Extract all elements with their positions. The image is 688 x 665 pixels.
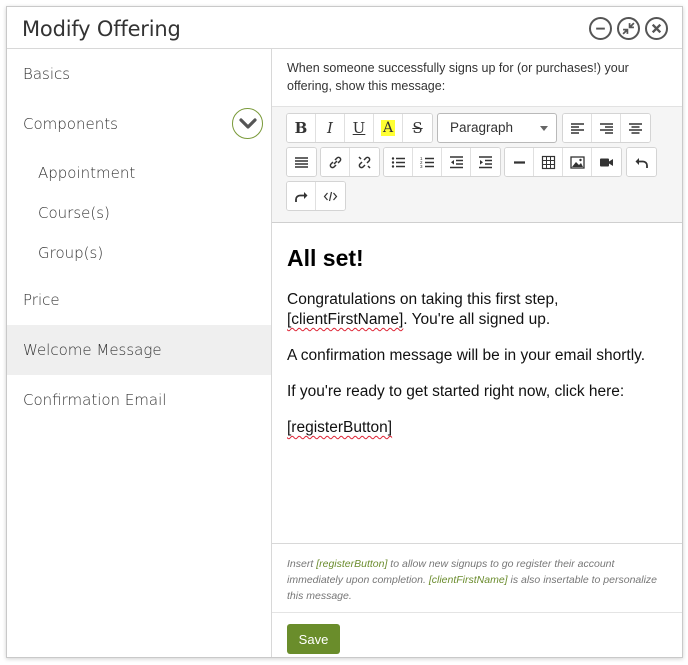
horizontal-rule-button[interactable] xyxy=(505,148,534,176)
indent-icon xyxy=(479,155,492,168)
link-icon xyxy=(329,156,341,168)
align-right-button[interactable] xyxy=(592,114,621,142)
intro-text: When someone successfully signs up for (… xyxy=(287,61,629,93)
undo-group xyxy=(626,147,657,177)
paragraph-text: . You're all signed up. xyxy=(403,311,551,328)
code-icon xyxy=(323,191,338,201)
welcome-message-editor[interactable]: All set! Congratulations on taking this … xyxy=(287,245,672,454)
dialog-title: Modify Offering xyxy=(22,17,181,41)
align-center-button[interactable] xyxy=(621,114,650,142)
sidebar-item-confirmation-email[interactable]: Confirmation Email xyxy=(7,375,271,425)
svg-text:3: 3 xyxy=(420,164,423,169)
outdent-button[interactable] xyxy=(442,148,471,176)
sidebar-item-basics[interactable]: Basics xyxy=(7,49,271,99)
justify-group xyxy=(286,147,317,177)
numbered-list-icon: 123 xyxy=(420,156,434,169)
insert-group xyxy=(504,147,622,177)
sidebar-item-components[interactable]: Components xyxy=(7,99,271,149)
text-style-group: B I U A S xyxy=(286,113,433,143)
close-button[interactable] xyxy=(645,17,668,40)
align-center-icon xyxy=(629,122,642,134)
save-button[interactable]: Save xyxy=(287,624,340,654)
sidebar-item-label: Group(s) xyxy=(38,244,104,262)
editor-toolbar: B I U A S Paragraph 1 2 3 xyxy=(272,106,682,223)
sidebar-nav: Basics Components Appointment Course(s) … xyxy=(7,49,272,657)
bold-button[interactable]: B xyxy=(287,114,316,142)
modify-offering-dialog: Modify Offering Basics Components Appoin… xyxy=(6,6,683,658)
insert-link-button[interactable] xyxy=(321,148,350,176)
unlink-icon xyxy=(358,155,371,169)
horizontal-rule-icon xyxy=(513,160,525,164)
message-paragraph: If you're ready to get started right now… xyxy=(287,383,625,400)
sidebar-item-courses[interactable]: Course(s) xyxy=(7,193,271,233)
italic-button[interactable]: I xyxy=(316,114,345,142)
link-group xyxy=(320,147,380,177)
unlink-button[interactable] xyxy=(350,148,379,176)
redo-button[interactable] xyxy=(287,182,316,210)
shrink-icon xyxy=(622,22,635,35)
strikethrough-button[interactable]: S xyxy=(403,114,432,142)
minimize-button[interactable] xyxy=(589,17,612,40)
image-icon xyxy=(569,155,585,169)
message-paragraph: [registerButton] xyxy=(287,418,672,438)
sidebar-item-label: Appointment xyxy=(38,164,136,182)
message-paragraph: Congratulations on taking this first ste… xyxy=(287,290,672,330)
align-left-button[interactable] xyxy=(563,114,592,142)
chevron-down-icon xyxy=(238,117,257,129)
paragraph-format-select[interactable]: Paragraph xyxy=(437,113,557,143)
window-buttons xyxy=(589,17,668,40)
client-first-name-tag: [clientFirstName] xyxy=(287,311,404,328)
outdent-icon xyxy=(449,155,463,168)
insert-table-button[interactable] xyxy=(534,148,563,176)
sidebar-item-label: Welcome Message xyxy=(23,341,162,359)
code-view-button[interactable] xyxy=(316,182,345,210)
collapse-components-button[interactable] xyxy=(232,108,263,139)
hint-text: Insert xyxy=(287,558,317,570)
message-paragraph: A confirmation message will be in your e… xyxy=(287,347,646,364)
sidebar-item-label: Components xyxy=(23,115,118,133)
hint-register-button-tag: [registerButton] xyxy=(316,558,388,570)
bullet-list-icon xyxy=(391,156,405,168)
justify-icon xyxy=(295,156,308,168)
insert-video-button[interactable] xyxy=(592,148,621,176)
close-icon xyxy=(651,23,662,34)
video-camera-icon xyxy=(600,158,613,166)
sidebar-item-welcome-message[interactable]: Welcome Message xyxy=(7,325,271,375)
highlight-button[interactable]: A xyxy=(374,114,403,142)
sidebar-item-groups[interactable]: Group(s) xyxy=(7,233,271,273)
undo-button[interactable] xyxy=(627,148,656,176)
message-heading: All set! xyxy=(287,245,364,271)
list-group: 123 xyxy=(383,147,501,177)
indent-button[interactable] xyxy=(471,148,500,176)
numbered-list-button[interactable]: 123 xyxy=(413,148,442,176)
justify-button[interactable] xyxy=(287,148,316,176)
caret-down-icon xyxy=(540,126,548,131)
underline-button[interactable]: U xyxy=(345,114,374,142)
main-panel: When someone successfully signs up for (… xyxy=(272,49,682,657)
sidebar-item-price[interactable]: Price xyxy=(7,275,271,325)
table-icon xyxy=(541,155,555,169)
minimize-icon xyxy=(596,27,605,30)
align-right-icon xyxy=(599,122,613,134)
sidebar-item-label: Confirmation Email xyxy=(23,391,167,409)
sidebar-item-label: Course(s) xyxy=(38,204,110,222)
bullet-list-button[interactable] xyxy=(384,148,413,176)
redo-icon xyxy=(294,191,307,202)
sidebar-item-label: Price xyxy=(23,291,60,309)
insert-hint: Insert [registerButton] to allow new sig… xyxy=(272,543,682,613)
hint-client-first-name-tag: [clientFirstName] xyxy=(428,574,508,586)
format-select-value: Paragraph xyxy=(450,120,514,135)
undo-icon xyxy=(635,157,648,168)
dialog-titlebar: Modify Offering xyxy=(7,7,682,49)
sidebar-item-label: Basics xyxy=(23,65,71,83)
align-group xyxy=(562,113,651,143)
paragraph-text: Congratulations on taking this first ste… xyxy=(287,291,559,308)
align-left-icon xyxy=(570,122,584,134)
register-button-tag: [registerButton] xyxy=(287,419,393,436)
history-code-group xyxy=(286,181,346,211)
shrink-button[interactable] xyxy=(617,17,640,40)
insert-image-button[interactable] xyxy=(563,148,592,176)
sidebar-item-appointment[interactable]: Appointment xyxy=(7,153,271,193)
